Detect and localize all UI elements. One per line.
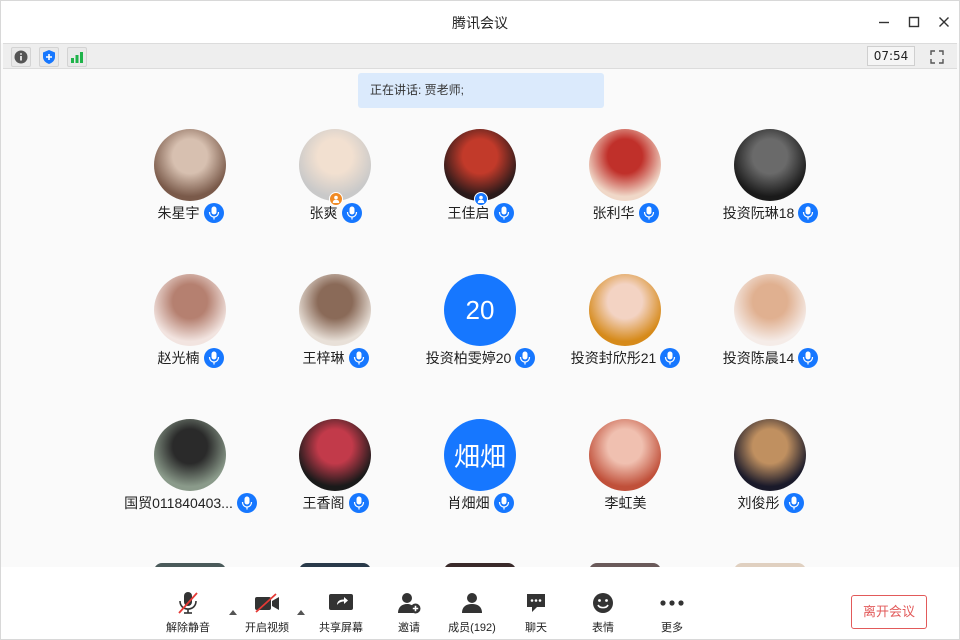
emoji-button[interactable]: 表情 — [568, 591, 638, 635]
chat-label: 聊天 — [525, 622, 547, 634]
mic-status-icon — [203, 348, 224, 368]
mic-status-icon — [638, 203, 659, 223]
microphone-icon — [208, 206, 219, 220]
mic-status-icon — [348, 348, 369, 368]
participant-name: 投资陈晨14 — [722, 350, 795, 366]
participant-name: 肖畑畑 — [447, 495, 490, 511]
mic-status-icon — [798, 348, 819, 368]
participant-name: 赵光楠 — [157, 350, 200, 366]
participant-avatar — [154, 129, 226, 201]
participant-tile[interactable]: 刘俊彤 — [698, 419, 843, 529]
unmute-label: 解除静音 — [166, 622, 210, 634]
unmute-button[interactable]: 解除静音 — [153, 591, 223, 635]
mic-status-icon — [783, 493, 804, 513]
leave-meeting-button[interactable]: 离开会议 — [851, 595, 927, 629]
microphone-icon — [803, 351, 814, 365]
emoji-icon — [593, 593, 613, 613]
participant-name: 王佳启 — [447, 205, 490, 221]
members-button[interactable]: 成员(192) — [437, 591, 507, 635]
participant-name: 张爽 — [309, 205, 338, 221]
microphone-icon — [346, 206, 357, 220]
start-video-label: 开启视频 — [245, 622, 289, 634]
mic-status-icon — [798, 203, 819, 223]
members-label: 成员(192) — [448, 622, 496, 634]
mic-status-icon — [348, 493, 369, 513]
participant-name-row: 刘俊彤 — [668, 493, 873, 513]
participant-avatar — [589, 129, 661, 201]
members-icon — [462, 593, 482, 613]
invite-label: 邀请 — [398, 622, 420, 634]
start-video-button[interactable]: 开启视频 — [232, 591, 302, 635]
chat-button[interactable]: 聊天 — [501, 591, 571, 635]
share-screen-button[interactable]: 共享屏幕 — [306, 591, 376, 635]
participant-tile[interactable]: 投资阮琳18 — [698, 129, 843, 239]
participant-avatar — [734, 274, 806, 346]
meeting-window: 腾讯会议 07:54 朱星宇 张爽 王佳启 张利华 投资阮琳18 赵光楠 王梓琳 20 投资柏雯… — [0, 0, 960, 640]
participant-avatar — [299, 129, 371, 201]
participant-name: 朱星宇 — [157, 205, 200, 221]
video-options-caret[interactable] — [296, 603, 306, 615]
participant-name: 国贸011840403... — [124, 495, 233, 511]
mic-status-icon — [341, 203, 362, 223]
participant-avatar: 20 — [444, 274, 516, 346]
participant-avatar — [589, 274, 661, 346]
participant-name: 投资阮琳18 — [722, 205, 795, 221]
participant-name: 投资封欣彤21 — [570, 350, 657, 366]
more-icon — [660, 600, 684, 606]
more-label: 更多 — [661, 622, 683, 634]
participant-avatar — [154, 419, 226, 491]
control-bar: 解除静音 开启视频 共享屏幕 邀请 成员(192) 聊天 表情 更多 离开会议 — [1, 567, 959, 639]
mic-status-icon — [493, 203, 514, 223]
participant-name-row: 投资陈晨14 — [668, 348, 873, 368]
participant-name: 刘俊彤 — [737, 495, 780, 511]
participant-avatar — [299, 274, 371, 346]
microphone-icon — [498, 496, 509, 510]
microphone-icon — [498, 206, 509, 220]
video-off-icon — [255, 593, 279, 613]
participant-tile[interactable]: 投资陈晨14 — [698, 274, 843, 384]
microphone-icon — [353, 496, 364, 510]
participant-avatar — [299, 419, 371, 491]
participant-name: 投资柏雯婷20 — [425, 350, 512, 366]
participant-avatar — [734, 419, 806, 491]
participant-avatar — [444, 129, 516, 201]
microphone-icon — [803, 206, 814, 220]
invite-icon — [398, 593, 421, 614]
participant-avatar — [154, 274, 226, 346]
participant-name-row: 投资阮琳18 — [668, 203, 873, 223]
chat-icon — [527, 594, 545, 612]
share-screen-icon — [329, 594, 353, 610]
caret-up-icon — [297, 610, 305, 615]
mic-muted-icon — [178, 592, 198, 614]
more-button[interactable]: 更多 — [637, 591, 707, 635]
microphone-icon — [353, 351, 364, 365]
microphone-icon — [643, 206, 654, 220]
microphone-icon — [208, 351, 219, 365]
invite-button[interactable]: 邀请 — [374, 591, 444, 635]
participant-name: 张利华 — [592, 205, 635, 221]
mic-status-icon — [493, 493, 514, 513]
participant-avatar: 畑畑 — [444, 419, 516, 491]
emoji-label: 表情 — [592, 622, 614, 634]
share-screen-label: 共享屏幕 — [319, 622, 363, 634]
mic-status-icon — [203, 203, 224, 223]
participant-name: 王香阁 — [302, 495, 345, 511]
microphone-icon — [788, 496, 799, 510]
participant-name: 王梓琳 — [302, 350, 345, 366]
participant-name: 李虹美 — [604, 495, 647, 511]
participant-avatar — [734, 129, 806, 201]
participant-avatar — [589, 419, 661, 491]
speaking-indicator: 正在讲话: 贾老师; — [358, 73, 604, 108]
